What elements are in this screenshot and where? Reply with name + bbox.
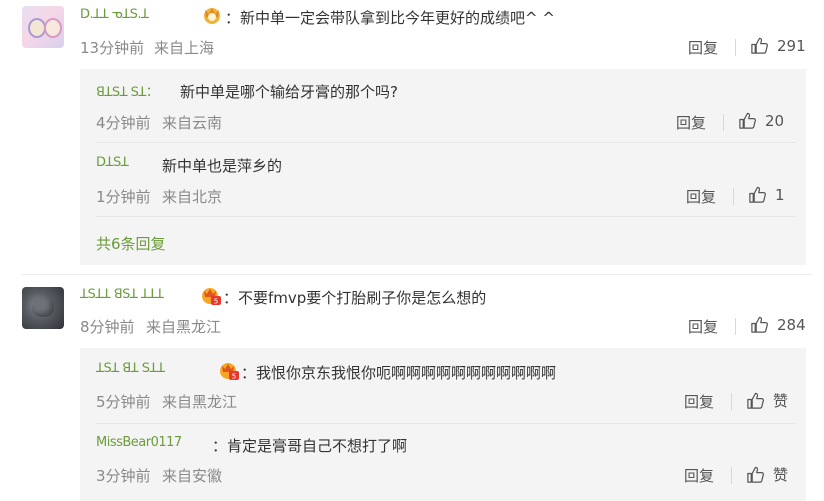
vip-badge-icon: 5 bbox=[220, 363, 239, 381]
like-button[interactable]: 20 bbox=[738, 111, 784, 130]
reply-button[interactable]: 回复 bbox=[684, 391, 714, 412]
avatar[interactable] bbox=[22, 6, 64, 48]
reply-button[interactable]: 回复 bbox=[688, 37, 718, 58]
like-button[interactable]: 291 bbox=[750, 36, 806, 55]
vip-badge-icon bbox=[204, 8, 220, 24]
like-count: 291 bbox=[777, 36, 806, 55]
like-button[interactable]: 赞 bbox=[746, 390, 788, 411]
divider bbox=[96, 423, 796, 424]
comment-time: 8分钟前 bbox=[80, 318, 135, 336]
reply-location: 来自北京 bbox=[162, 188, 223, 206]
reply-username[interactable]: ꓓꓕꓢꓕ bbox=[96, 155, 129, 170]
comment-text: ：新中单一定会带队拿到比今年更好的成绩吧^ ^ bbox=[225, 9, 555, 27]
reply-location: 来自安徽 bbox=[162, 467, 223, 485]
separator bbox=[731, 467, 732, 484]
reply-button[interactable]: 回复 bbox=[684, 465, 714, 486]
separator bbox=[723, 114, 724, 131]
reply-location: 来自云南 bbox=[162, 114, 223, 132]
thumbs-up-icon bbox=[751, 316, 768, 333]
thumbs-up-icon bbox=[739, 112, 756, 129]
avatar-figure bbox=[32, 297, 54, 317]
like-button[interactable]: 1 bbox=[748, 185, 785, 204]
reply-text: ：肯定是膏哥自己不想打了啊 bbox=[212, 437, 408, 455]
separator bbox=[735, 318, 736, 335]
comment-text: ：不要fmvp要个打胎刷子你是怎么想的 bbox=[223, 289, 487, 307]
reply-text: ：我恨你京东我恨你呃啊啊啊啊啊啊啊啊啊啊啊 bbox=[241, 364, 557, 382]
like-count: 20 bbox=[765, 111, 785, 130]
divider bbox=[96, 142, 796, 143]
vip-badge-icon: 5 bbox=[202, 288, 221, 306]
like-label: 赞 bbox=[773, 466, 789, 484]
reply-time: 3分钟前 bbox=[96, 467, 151, 485]
like-button[interactable]: 284 bbox=[750, 315, 806, 334]
like-count: 1 bbox=[775, 185, 785, 204]
reply-username[interactable]: ꓕꓢꓕ ꓭꓕ ꓢꓕꓕ bbox=[96, 361, 165, 376]
avatar[interactable] bbox=[22, 287, 64, 329]
reply-username[interactable]: MissBear0117 bbox=[96, 435, 182, 450]
like-button[interactable]: 赞 bbox=[746, 464, 788, 485]
reply-text: 新中单也是萍乡的 bbox=[162, 157, 283, 175]
avatar-figure bbox=[44, 18, 62, 38]
thumbs-up-icon bbox=[747, 392, 764, 409]
reply-time: 5分钟前 bbox=[96, 393, 151, 411]
thumbs-up-icon bbox=[751, 37, 768, 54]
view-all-replies-link[interactable]: 共6条回复 bbox=[96, 233, 166, 254]
separator bbox=[733, 188, 734, 205]
svg-text:5: 5 bbox=[232, 373, 236, 381]
reply-username[interactable]: ꓭꓕꓢꓕ ꓢꓕ： bbox=[96, 81, 159, 100]
reply-text: 新中单是哪个输给牙膏的那个吗? bbox=[180, 83, 398, 101]
comment-time: 13分钟前 bbox=[80, 39, 145, 57]
comment-username[interactable]: ꓕꓢꓕꓕ ꓭꓢꓕ ꓕꓕꓕ bbox=[80, 287, 164, 302]
svg-text:5: 5 bbox=[214, 298, 218, 306]
separator bbox=[735, 39, 736, 56]
comment-username[interactable]: ꓓ.ꓕꓕ ᓀꓕꓢ.ꓕ bbox=[80, 7, 149, 22]
comment-divider bbox=[22, 274, 812, 275]
reply-location: 来自黑龙江 bbox=[162, 393, 238, 411]
reply-time: 4分钟前 bbox=[96, 114, 151, 132]
reply-time: 1分钟前 bbox=[96, 188, 151, 206]
like-count: 284 bbox=[777, 315, 806, 334]
divider bbox=[96, 216, 796, 217]
comment-location: 来自黑龙江 bbox=[146, 318, 222, 336]
reply-button[interactable]: 回复 bbox=[686, 186, 716, 207]
thumbs-up-icon bbox=[747, 466, 764, 483]
separator bbox=[731, 393, 732, 410]
like-label: 赞 bbox=[773, 392, 789, 410]
comment-location: 来自上海 bbox=[154, 39, 215, 57]
thumbs-up-icon bbox=[749, 186, 766, 203]
reply-button[interactable]: 回复 bbox=[676, 112, 706, 133]
reply-button[interactable]: 回复 bbox=[688, 316, 718, 337]
